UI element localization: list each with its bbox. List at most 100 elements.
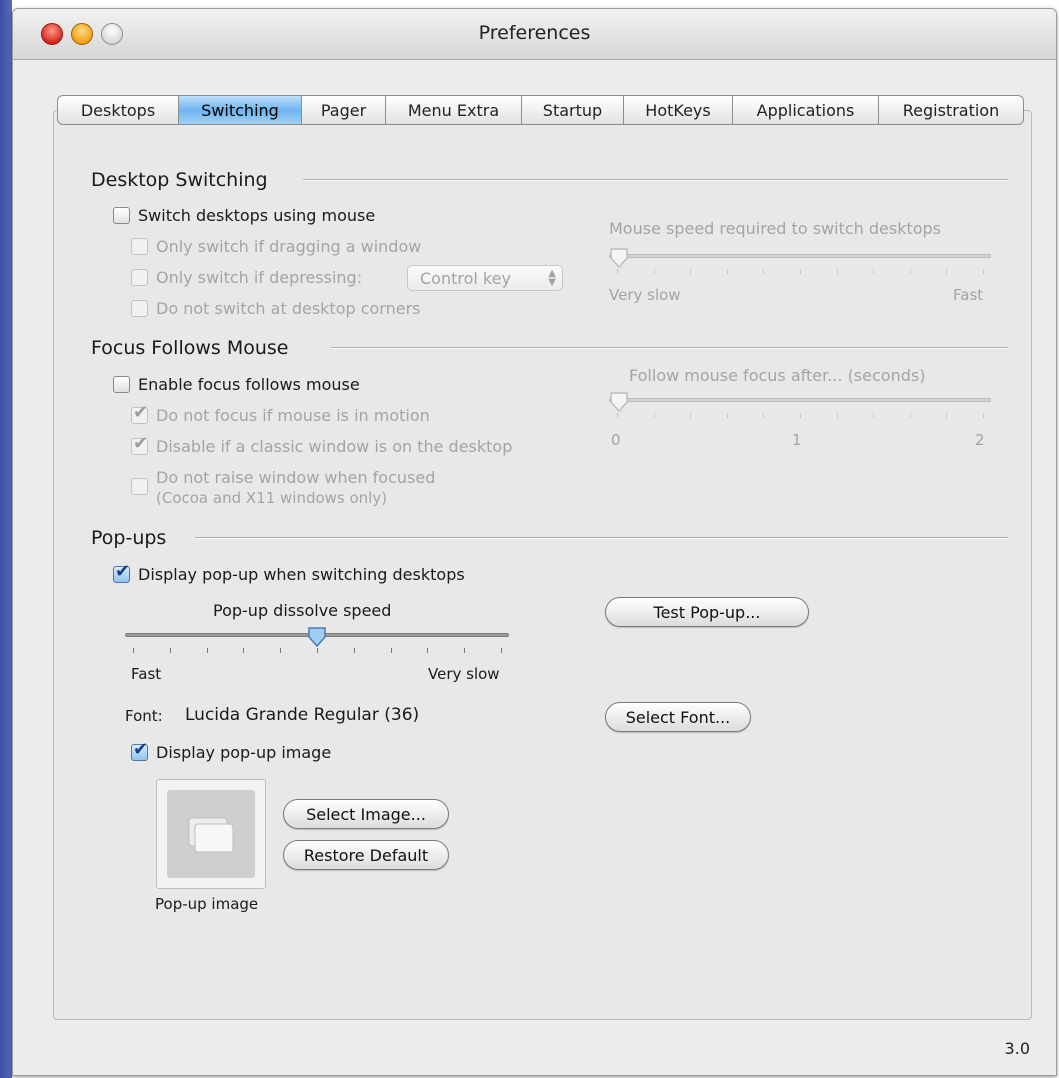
slider-tick [909,269,911,274]
dissolve-max-label: Very slow [428,665,500,683]
delay-tick-label-2: 2 [975,431,985,449]
depress-key-popup[interactable]: Control key ▲ ▼ [407,265,563,291]
desktop-edge [0,0,12,1078]
slider-knob[interactable] [609,247,629,269]
no-focus-motion-label: Do not focus if mouse is in motion [156,406,430,425]
slider-knob[interactable] [307,626,327,648]
tab-hotkeys[interactable]: HotKeys [624,95,733,125]
slider-knob[interactable] [609,391,629,413]
tab-registration[interactable]: Registration [879,95,1024,125]
display-popup-checkbox[interactable] [113,561,130,583]
slider-ticks [609,269,991,275]
no-raise-label: Do not raise window when focused (Cocoa … [156,468,435,508]
no-focus-motion-row[interactable]: Do not focus if mouse is in motion [131,402,430,425]
only-if-dragging-checkbox[interactable] [131,238,148,255]
slider-tick [427,648,429,653]
dissolve-speed-slider[interactable] [125,626,509,656]
section-divider [195,537,1008,539]
title-bar[interactable]: Preferences [13,9,1056,60]
switch-using-mouse-checkbox[interactable] [113,207,130,224]
slider-tick [243,648,245,653]
display-popup-label: Display pop-up when switching desktops [138,565,465,584]
switch-using-mouse-row[interactable]: Switch desktops using mouse [113,206,375,225]
tab-bar: Desktops Switching Pager Menu Extra Star… [57,95,1024,127]
display-image-row[interactable]: Display pop-up image [131,739,332,762]
slider-ticks [609,413,991,419]
slider-tick [653,269,655,274]
enable-ffm-checkbox[interactable] [113,376,130,393]
slider-track [609,254,991,258]
slider-tick [690,413,692,418]
only-if-depressing-checkbox[interactable] [131,269,148,286]
popup-image-preview [167,790,255,878]
slider-tick [873,413,875,418]
slider-tick [690,269,692,274]
depress-key-value: Control key [420,268,511,288]
slider-tick [800,269,801,274]
focus-delay-slider[interactable] [609,391,991,421]
slider-tick [617,269,618,274]
slider-tick [983,413,984,418]
only-if-depressing-row[interactable]: Only switch if depressing: [131,268,362,287]
tab-startup[interactable]: Startup [522,95,624,125]
tab-menu-extra[interactable]: Menu Extra [386,95,522,125]
slider-tick [169,648,171,653]
tab-switching[interactable]: Switching [179,95,302,125]
no-corners-row[interactable]: Do not switch at desktop corners [131,299,421,318]
slider-tick [763,269,765,274]
no-raise-label-line1: Do not raise window when focused [156,468,436,487]
disable-classic-row[interactable]: Disable if a classic window is on the de… [131,433,513,456]
mouse-speed-slider[interactable] [609,247,991,277]
slider-tick [836,413,838,418]
slider-thumb-icon [308,627,326,648]
slider-tick [464,648,466,653]
slider-tick [280,648,282,653]
only-if-dragging-row[interactable]: Only switch if dragging a window [131,237,421,256]
slider-track [609,398,991,402]
speed-min-label: Very slow [609,286,681,304]
select-font-button[interactable]: Select Font... [605,702,751,732]
enable-ffm-label: Enable focus follows mouse [138,375,360,394]
mouse-speed-label: Mouse speed required to switch desktops [609,219,942,238]
restore-default-button[interactable]: Restore Default [283,840,449,870]
select-image-button[interactable]: Select Image... [283,799,449,829]
test-popup-button[interactable]: Test Pop-up... [605,597,809,627]
dissolve-speed-label: Pop-up dissolve speed [213,601,392,620]
preferences-window: Preferences Desktops Switching Pager Men… [12,8,1057,1076]
only-if-dragging-label: Only switch if dragging a window [156,237,422,256]
font-value: Lucida Grande Regular (36) [185,705,420,725]
slider-tick [909,413,911,418]
disable-classic-checkbox[interactable] [131,433,148,455]
slider-tick [726,413,728,418]
delay-tick-label-1: 1 [792,431,802,449]
slider-tick [653,413,655,418]
slider-tick [206,648,208,653]
no-corners-checkbox[interactable] [131,300,148,317]
popup-image-well[interactable] [156,779,266,889]
section-divider [303,179,1008,181]
no-raise-checkbox[interactable] [131,478,148,495]
focus-follows-mouse-heading: Focus Follows Mouse [91,337,289,359]
no-raise-label-line2: (Cocoa and X11 windows only) [156,489,388,507]
slider-ticks [125,648,509,654]
display-image-label: Display pop-up image [156,743,332,762]
display-popup-row[interactable]: Display pop-up when switching desktops [113,561,465,584]
no-raise-row[interactable]: Do not raise window when focused (Cocoa … [131,468,435,508]
desktop-switching-heading: Desktop Switching [91,169,268,191]
delay-tick-label-0: 0 [611,431,621,449]
tab-pager[interactable]: Pager [302,95,386,125]
section-divider [331,347,1008,349]
delay-slider-label: Follow mouse focus after... (seconds) [629,366,926,385]
tab-desktops[interactable]: Desktops [57,95,179,125]
display-image-checkbox[interactable] [131,739,148,761]
disable-classic-label: Disable if a classic window is on the de… [156,437,513,456]
slider-tick [133,648,134,653]
slider-tick [946,413,948,418]
tab-applications[interactable]: Applications [733,95,879,125]
no-focus-motion-checkbox[interactable] [131,402,148,424]
speed-max-label: Fast [953,286,984,304]
enable-ffm-row[interactable]: Enable focus follows mouse [113,375,360,394]
version-label: 3.0 [1004,1039,1030,1058]
slider-thumb-icon [610,248,628,269]
slider-tick [617,413,618,418]
